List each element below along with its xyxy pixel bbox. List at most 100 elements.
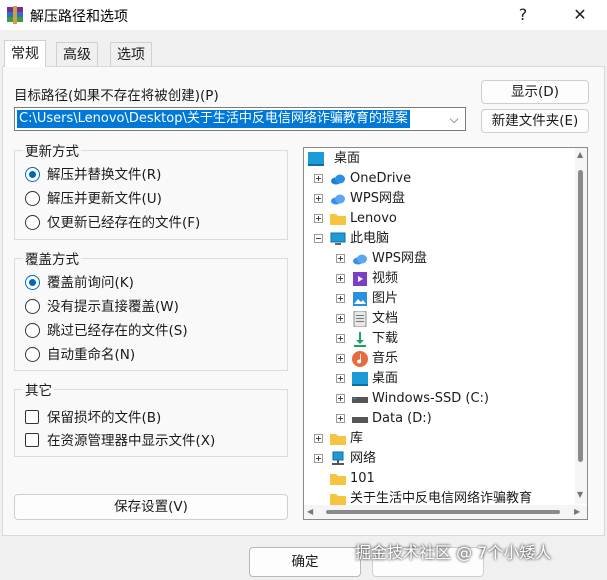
scroll-left-icon[interactable]: ◀ xyxy=(307,507,313,516)
tree-item-label: 桌面 xyxy=(372,371,399,386)
folder-tree[interactable]: 桌面 OneDrive WPS网盘 Lenovo 此电脑 WPS网盘 视频 图片… xyxy=(303,147,588,520)
tree-item-label: 视频 xyxy=(372,271,399,286)
tree-item-label: Data (D:) xyxy=(372,411,432,426)
expand-icon[interactable] xyxy=(336,414,345,423)
target-path-combo[interactable]: C:\Users\Lenovo\Desktop\关于生活中反电信网络诈骗教育的提… xyxy=(14,107,466,131)
radio-button-icon[interactable] xyxy=(25,323,40,338)
tree-vertical-scrollbar[interactable]: ▲ ▼ xyxy=(575,148,587,504)
drive-icon xyxy=(352,397,368,403)
cloud-icon xyxy=(331,194,345,205)
scroll-up-icon[interactable]: ▲ xyxy=(577,150,583,159)
music-icon xyxy=(352,351,368,367)
watermark: 掘金技术社区 @ 7个小矮人 xyxy=(355,543,552,562)
vertical-scroll-thumb[interactable] xyxy=(578,170,583,462)
tab-general-label: 常规 xyxy=(11,46,39,62)
folder-icon xyxy=(330,214,346,225)
tree-item-label: OneDrive xyxy=(350,171,412,186)
radio-button-icon[interactable] xyxy=(25,275,40,290)
desktop-icon xyxy=(308,152,324,166)
radio-button-icon[interactable] xyxy=(25,191,40,206)
checkbox-label: 在资源管理器中显示文件(X) xyxy=(47,433,216,449)
radio-label: 跳过已经存在的文件(S) xyxy=(47,323,188,339)
expand-icon[interactable] xyxy=(336,354,345,363)
horizontal-scroll-thumb[interactable] xyxy=(326,510,560,514)
tree-item-label: 文档 xyxy=(372,311,399,326)
radio-label: 解压并更新文件(U) xyxy=(47,191,162,207)
radio-label: 解压并替换文件(R) xyxy=(47,167,162,183)
tree-item-label: 101 xyxy=(350,471,375,486)
expand-icon[interactable] xyxy=(314,174,323,183)
radio-label: 仅更新已经存在的文件(F) xyxy=(47,215,201,231)
help-button[interactable]: ? xyxy=(505,2,541,28)
picture-icon xyxy=(353,292,367,306)
radio-label: 自动重命名(N) xyxy=(47,347,136,363)
radio-label: 没有提示直接覆盖(W) xyxy=(47,299,179,315)
update-mode-group: 更新方式 解压并替换文件(R) 解压并更新文件(U) 仅更新已经存在的文件(F) xyxy=(14,140,288,240)
checkbox-icon[interactable] xyxy=(25,433,39,447)
expand-icon[interactable] xyxy=(336,394,345,403)
tree-item-label: 图片 xyxy=(372,291,399,306)
computer-icon xyxy=(330,232,346,245)
new-folder-button[interactable]: 新建文件夹(E) xyxy=(481,109,589,133)
tree-item-label: Windows-SSD (C:) xyxy=(372,391,489,406)
tree-item-label: Lenovo xyxy=(350,211,397,226)
tree-item-label: 桌面 xyxy=(334,151,361,166)
misc-title: 其它 xyxy=(23,379,54,399)
checkbox-label: 保留损坏的文件(B) xyxy=(47,410,162,426)
tab-options[interactable]: 选项 xyxy=(110,42,152,66)
folder-icon xyxy=(330,474,346,485)
expand-icon[interactable] xyxy=(336,314,345,323)
expand-icon[interactable] xyxy=(314,214,323,223)
close-button[interactable]: ✕ xyxy=(562,2,598,28)
network-icon xyxy=(332,451,344,465)
expand-icon[interactable] xyxy=(336,374,345,383)
tree-item-label: 下载 xyxy=(372,331,399,346)
tree-horizontal-scrollbar[interactable]: ◀ ▶ xyxy=(304,505,587,519)
tab-advanced-label: 高级 xyxy=(63,47,91,63)
tree-item-label: 库 xyxy=(350,431,364,446)
tree-item-label: WPS网盘 xyxy=(372,251,427,266)
misc-group: 其它 保留损坏的文件(B) 在资源管理器中显示文件(X) xyxy=(14,379,288,457)
expand-icon[interactable] xyxy=(336,294,345,303)
winrar-app-icon xyxy=(7,6,23,24)
radio-label: 覆盖前询问(K) xyxy=(47,275,134,291)
cloud-icon xyxy=(331,174,345,185)
show-button[interactable]: 显示(D) xyxy=(481,80,589,104)
tab-strip: 常规 高级 选项 xyxy=(0,40,607,67)
window-title: 解压路径和选项 xyxy=(30,9,128,25)
save-settings-button[interactable]: 保存设置(V) xyxy=(14,494,288,520)
radio-button-icon[interactable] xyxy=(25,347,40,362)
video-icon xyxy=(353,272,367,286)
radio-button-icon[interactable] xyxy=(25,215,40,230)
expand-icon[interactable] xyxy=(314,194,323,203)
expand-icon[interactable] xyxy=(336,334,345,343)
radio-button-icon[interactable] xyxy=(25,167,40,182)
tree-item-label: WPS网盘 xyxy=(350,191,405,206)
expand-icon[interactable] xyxy=(336,254,345,263)
collapse-icon[interactable] xyxy=(314,234,323,243)
tree-item-label: 此电脑 xyxy=(350,231,390,246)
overwrite-mode-group: 覆盖方式 覆盖前询问(K) 没有提示直接覆盖(W) 跳过已经存在的文件(S) 自… xyxy=(14,248,288,371)
checkbox-icon[interactable] xyxy=(25,410,39,424)
overwrite-mode-title: 覆盖方式 xyxy=(23,248,81,268)
title-bar: 解压路径和选项 ? ✕ xyxy=(0,0,607,30)
target-path-value: C:\Users\Lenovo\Desktop\关于生活中反电信网络诈骗教育的提… xyxy=(17,110,410,128)
ok-button[interactable]: 确定 xyxy=(249,547,361,577)
cloud-icon xyxy=(353,254,367,265)
radio-button-icon[interactable] xyxy=(25,299,40,314)
scroll-down-icon[interactable]: ▼ xyxy=(577,490,583,499)
expand-icon[interactable] xyxy=(314,434,323,443)
tab-advanced[interactable]: 高级 xyxy=(56,42,98,66)
document-icon xyxy=(353,311,367,327)
tab-options-label: 选项 xyxy=(117,47,145,63)
tab-general[interactable]: 常规 xyxy=(4,40,46,67)
folder-icon xyxy=(330,434,346,445)
expand-icon[interactable] xyxy=(314,454,323,463)
scroll-right-icon[interactable]: ▶ xyxy=(574,507,580,516)
tree-item-label: 网络 xyxy=(350,451,377,466)
drive-icon xyxy=(352,417,368,423)
chevron-down-icon[interactable]: ⌵ xyxy=(447,111,461,127)
desktop-icon xyxy=(352,372,368,386)
update-mode-title: 更新方式 xyxy=(23,140,81,160)
expand-icon[interactable] xyxy=(336,274,345,283)
